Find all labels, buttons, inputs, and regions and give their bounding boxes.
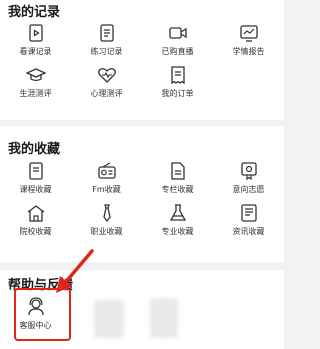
column-favorites-item[interactable]: 专栏收藏 [142, 162, 213, 202]
practice-history-label: 练习记录 [90, 47, 123, 56]
major-favorites-item[interactable]: 专业收藏 [142, 204, 213, 244]
certificate-icon [240, 162, 257, 180]
my-orders-item[interactable]: 我的订单 [142, 66, 213, 106]
necktie-icon [102, 204, 111, 222]
blurred-help-item [94, 300, 124, 338]
psych-assessment-label: 心理测评 [90, 89, 123, 98]
receipt-icon [170, 66, 185, 84]
annotation-highlight-box [14, 288, 71, 341]
psych-assessment-item[interactable]: 心理测评 [71, 66, 142, 106]
column-favorites-label: 专栏收藏 [161, 185, 194, 194]
career-favorites-label: 职业收藏 [90, 227, 123, 236]
purchased-live-item[interactable]: 已购直播 [142, 24, 213, 64]
radio-icon [97, 162, 116, 179]
fm-favorites-item[interactable]: Fm收藏 [71, 162, 142, 202]
watch-history-item[interactable]: 看课记录 [0, 24, 71, 64]
career-assessment-label: 生涯测评 [19, 89, 52, 98]
career-assessment-item[interactable]: 生涯测评 [0, 66, 71, 106]
video-camera-icon [168, 27, 187, 39]
records-section: 我的记录 看课记录 练习记录 已购直播 学情报告 生涯测评 心理测评 我的订单 [0, 0, 284, 120]
favorites-title: 我的收藏 [8, 142, 61, 157]
column-doc-icon [170, 162, 185, 180]
records-title: 我的记录 [8, 5, 61, 20]
heart-pulse-icon [97, 68, 116, 83]
learning-report-label: 学情报告 [232, 47, 265, 56]
play-doc-icon [28, 24, 43, 42]
news-doc-icon [240, 204, 257, 222]
chart-report-icon [239, 25, 258, 42]
purchased-live-label: 已购直播 [161, 47, 194, 56]
intended-choices-label: 意向志愿 [232, 185, 265, 194]
practice-history-item[interactable]: 练习记录 [71, 24, 142, 64]
practice-doc-icon [99, 24, 114, 42]
blurred-help-item [150, 298, 178, 338]
major-favorites-label: 专业收藏 [161, 227, 194, 236]
my-orders-label: 我的订单 [161, 89, 194, 98]
course-favorites-label: 课程收藏 [19, 185, 52, 194]
school-favorites-item[interactable]: 院校收藏 [0, 204, 71, 244]
flask-icon [169, 204, 186, 221]
learning-report-item[interactable]: 学情报告 [213, 24, 284, 64]
school-favorites-label: 院校收藏 [19, 227, 52, 236]
fm-favorites-label: Fm收藏 [92, 185, 121, 194]
course-doc-icon [28, 162, 43, 180]
school-building-icon [27, 205, 44, 222]
news-favorites-item[interactable]: 资讯收藏 [213, 204, 284, 244]
watch-history-label: 看课记录 [19, 47, 52, 56]
course-favorites-item[interactable]: 课程收藏 [0, 162, 71, 202]
favorites-section: 我的收藏 课程收藏 Fm收藏 专栏收藏 意向志愿 院校收藏 职业收藏 专业收藏 [0, 126, 284, 262]
graduation-cap-icon [25, 68, 46, 82]
news-favorites-label: 资讯收藏 [232, 227, 265, 236]
intended-choices-item[interactable]: 意向志愿 [213, 162, 284, 202]
career-favorites-item[interactable]: 职业收藏 [71, 204, 142, 244]
